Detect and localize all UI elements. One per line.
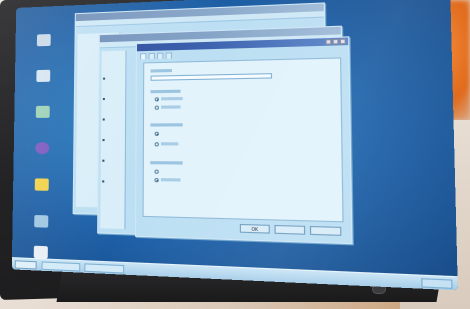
radio-option-6[interactable] (154, 178, 159, 183)
side-list-row[interactable]: ▪ (103, 76, 106, 81)
internet-icon (35, 142, 50, 155)
side-list-row[interactable]: ▪ (102, 137, 105, 142)
group-label (150, 89, 181, 94)
close-icon[interactable] (339, 38, 346, 45)
desktop-icon-computer[interactable] (23, 33, 64, 48)
minimize-icon[interactable] (325, 39, 332, 45)
radio-label-1 (161, 96, 183, 101)
network-icon (36, 69, 51, 83)
field-label (150, 68, 172, 73)
computer-icon (36, 33, 51, 47)
system-tray[interactable] (421, 278, 453, 289)
start-button[interactable] (14, 260, 37, 270)
radio-label-4 (161, 142, 179, 146)
dialog-tab-panel (142, 57, 344, 223)
radio-option-4[interactable] (154, 142, 159, 147)
folder-icon (34, 178, 49, 191)
monitor-screen: ▪ ▪ ▪ ▪ ▪ ▪ OK (11, 0, 458, 291)
side-list-row[interactable]: ▪ (102, 96, 105, 101)
desktop-icon-recycle[interactable] (22, 105, 64, 120)
radio-option-3[interactable] (154, 131, 159, 136)
side-list-row[interactable]: ▪ (102, 158, 105, 163)
text-field[interactable] (150, 73, 273, 81)
cancel-button[interactable] (274, 224, 306, 235)
dialog-settings[interactable]: OK (134, 36, 353, 245)
recycle-icon (35, 105, 50, 118)
radio-option-2[interactable] (154, 105, 159, 110)
desktop-icon-briefcase[interactable] (20, 214, 62, 231)
desktop-icon-network[interactable] (23, 69, 65, 84)
dialog-window-controls[interactable] (325, 38, 346, 45)
radio-option-5[interactable] (154, 169, 159, 174)
side-list-row[interactable]: ▪ (102, 116, 105, 121)
desktop-icon-folder[interactable] (21, 178, 63, 193)
document-icon (33, 245, 48, 259)
tab-2[interactable] (148, 52, 155, 60)
radio-label-6 (160, 178, 181, 182)
maximize-icon[interactable] (332, 38, 339, 45)
taskbar-item[interactable] (84, 263, 125, 274)
taskbar-item[interactable] (41, 261, 81, 272)
group-label (150, 123, 183, 127)
apply-button[interactable] (309, 225, 342, 236)
radio-label-2 (161, 105, 181, 109)
tab-1[interactable] (140, 53, 147, 60)
ok-button[interactable]: OK (239, 223, 270, 234)
briefcase-icon (34, 214, 49, 228)
tab-3[interactable] (156, 52, 164, 59)
desktop-icon-internet[interactable] (21, 142, 63, 156)
group-label (150, 161, 183, 165)
radio-option-1[interactable] (154, 97, 160, 102)
side-list-row[interactable]: ▪ (102, 178, 105, 183)
tab-4[interactable] (165, 52, 172, 59)
